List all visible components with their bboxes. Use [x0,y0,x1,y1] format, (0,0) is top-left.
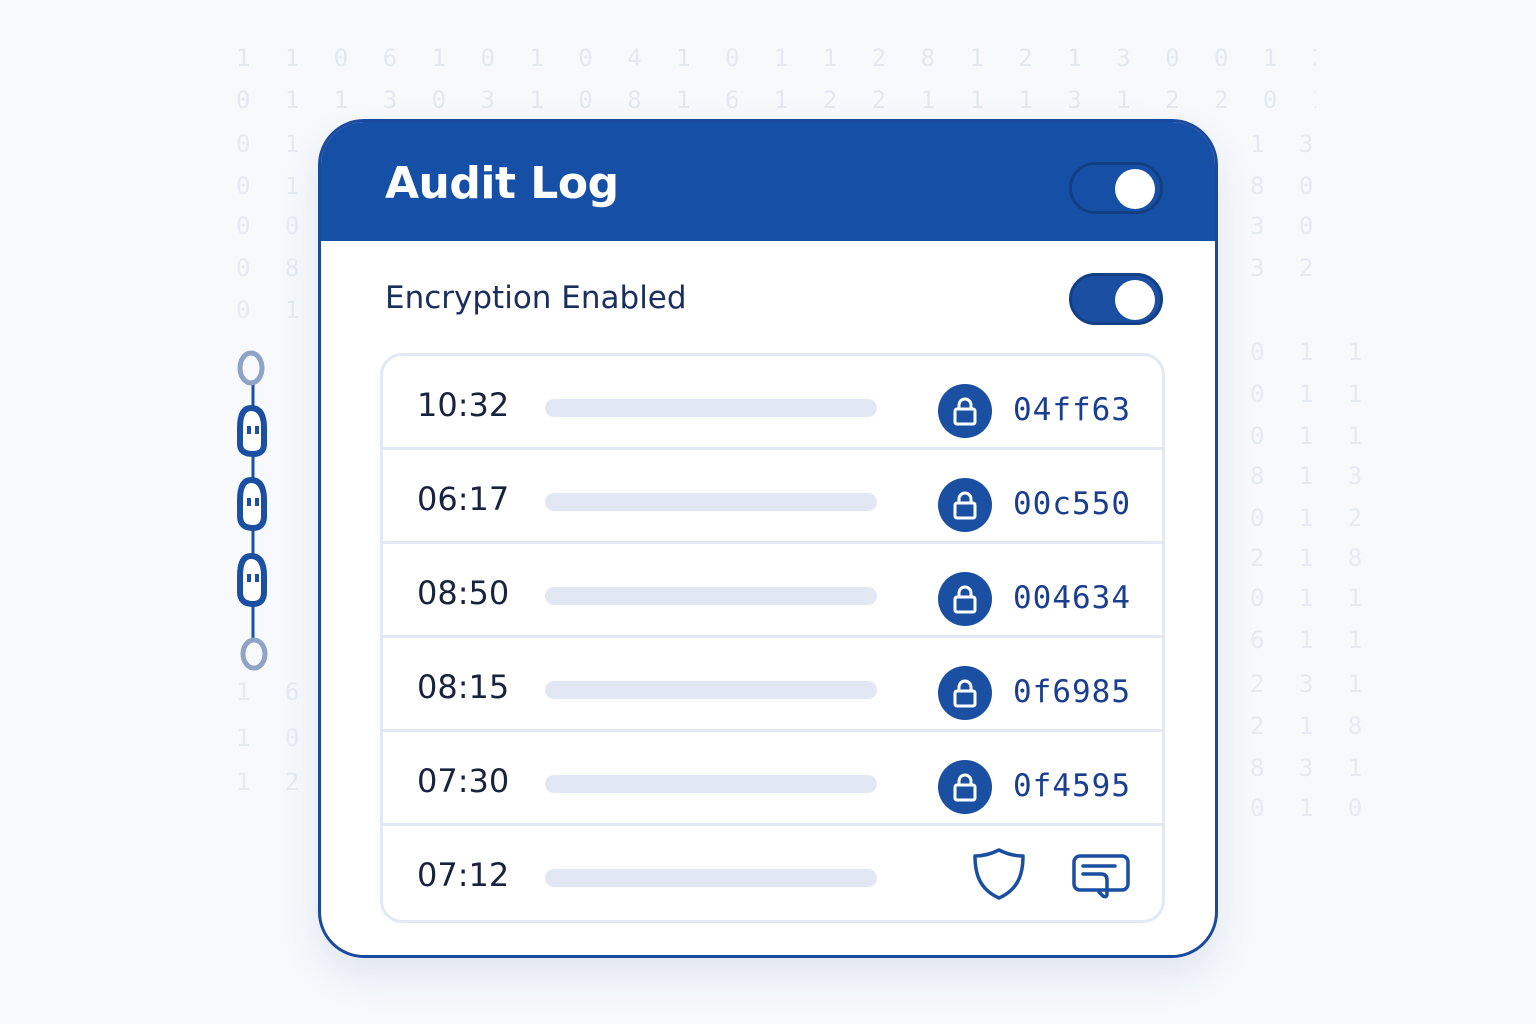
log-row[interactable]: 06:17 00c550 [383,450,1162,544]
background-binary-right: 6 1 1 [1250,626,1373,654]
background-binary-line: 1 1 0 6 1 0 1 0 4 1 0 1 1 2 8 1 2 1 3 0 … [236,44,1316,72]
background-binary-right: 2 1 8 [1250,712,1373,740]
log-hash: 0f6985 [1013,674,1131,710]
lock-icon [938,384,992,438]
toggle-knob [1115,169,1155,209]
log-time: 07:12 [417,856,510,894]
background-binary-right: 2 1 8 [1250,544,1373,572]
log-hash: 04ff63 [1013,392,1131,428]
log-row[interactable]: 07:12 [383,826,1162,920]
background-binary-right: 0 1 1 [1250,422,1373,450]
log-time: 08:15 [417,668,510,706]
background-binary-right: 8 0 [1250,172,1324,200]
log-entry-placeholder [545,399,877,417]
log-time: 06:17 [417,480,510,518]
encryption-toggle[interactable] [1069,273,1163,325]
log-row[interactable]: 07:30 0f4595 [383,732,1162,826]
log-hash: 0f4595 [1013,768,1131,804]
receipt-icon[interactable] [1071,850,1131,900]
background-binary-right: 3 2 [1250,254,1324,282]
shield-icon[interactable] [971,846,1027,902]
card-header: Audit Log [321,122,1215,241]
background-binary-right: 0 1 1 [1250,380,1373,408]
log-entry-placeholder [545,775,877,793]
toggle-knob [1115,280,1155,320]
log-time: 07:30 [417,762,510,800]
log-entry-placeholder [545,681,877,699]
audit-log-card: Audit Log Encryption Enabled 10:32 04ff6… [318,119,1218,958]
log-row[interactable]: 10:32 04ff63 [383,356,1162,450]
lock-icon [938,572,992,626]
log-time: 10:32 [417,386,510,424]
background-binary-right: 1 3 [1250,130,1324,158]
background-binary-right: 0 1 0 [1250,794,1373,822]
lock-icon [938,666,992,720]
log-row[interactable]: 08:50 004634 [383,544,1162,638]
audit-log-list: 10:32 04ff63 06:17 00c550 08:50 004634 0… [380,353,1165,923]
lock-icon [938,478,992,532]
audit-log-screen: 1 1 0 6 1 0 1 0 4 1 0 1 1 2 8 1 2 1 3 0 … [0,0,1536,1024]
log-entry-placeholder [545,869,877,887]
background-binary-right: 0 1 2 [1250,504,1373,532]
background-binary-right: 8 1 3 [1250,462,1373,490]
background-binary-right: 2 3 1 [1250,670,1373,698]
lock-icon [938,760,992,814]
background-binary-right: 3 0 [1250,212,1324,240]
log-entry-placeholder [545,587,877,605]
log-entry-placeholder [545,493,877,511]
log-hash: 004634 [1013,580,1131,616]
header-toggle[interactable] [1069,162,1163,214]
background-binary-right: 0 1 1 [1250,584,1373,612]
chain-icon [237,350,268,671]
log-hash: 00c550 [1013,486,1131,522]
page-title: Audit Log [385,158,619,209]
encryption-label: Encryption Enabled [385,280,687,316]
background-binary-right: 0 1 1 [1250,338,1373,366]
background-binary-right: 8 3 1 [1250,754,1373,782]
log-time: 08:50 [417,574,510,612]
background-binary-line: 0 1 1 3 0 3 1 0 8 1 6 1 2 2 1 1 1 3 1 2 … [236,86,1316,114]
log-row[interactable]: 08:15 0f6985 [383,638,1162,732]
